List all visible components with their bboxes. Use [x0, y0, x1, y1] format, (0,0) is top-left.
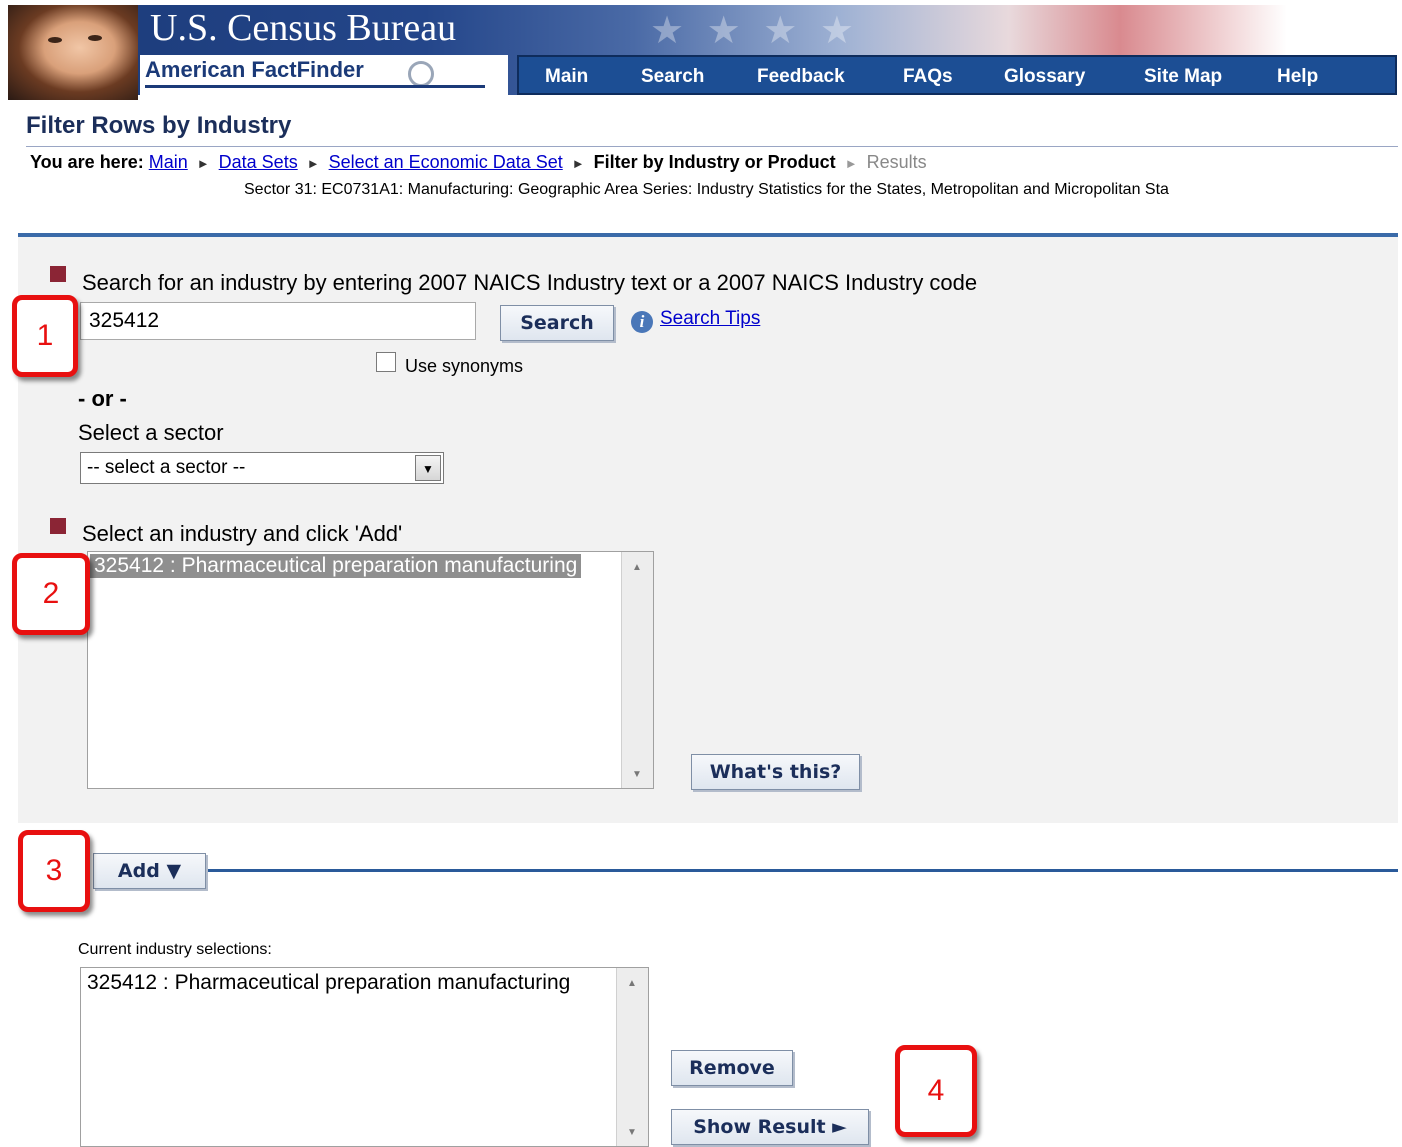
- nav-glossary[interactable]: Glossary: [1004, 66, 1085, 88]
- breadcrumb-link-main[interactable]: Main: [149, 152, 188, 172]
- use-synonyms-checkbox[interactable]: [376, 352, 396, 372]
- header-photo: [8, 5, 138, 100]
- section-bullet-icon: [50, 518, 66, 534]
- breadcrumb: You are here: Main ► Data Sets ► Select …: [30, 152, 927, 173]
- title-divider: [26, 146, 1398, 147]
- site-header: ★ ★ ★ ★ U.S. Census Bureau American Fact…: [0, 0, 1402, 100]
- listbox-scrollbar[interactable]: ▲ ▼: [616, 968, 648, 1146]
- breadcrumb-prefix: You are here:: [30, 152, 144, 172]
- search-prompt: Search for an industry by entering 2007 …: [82, 270, 978, 295]
- nav-site-map[interactable]: Site Map: [1144, 66, 1222, 88]
- search-button[interactable]: Search: [500, 305, 614, 341]
- sector-label: Select a sector: [78, 420, 224, 445]
- nav-help[interactable]: Help: [1277, 66, 1318, 88]
- magnifier-icon: [408, 61, 434, 87]
- industry-option[interactable]: 325412 : Pharmaceutical preparation manu…: [90, 554, 582, 578]
- show-result-button[interactable]: Show Result ►: [671, 1109, 869, 1145]
- chevron-down-icon[interactable]: ▼: [415, 455, 441, 481]
- or-text: - or -: [78, 386, 127, 411]
- scroll-up-icon[interactable]: ▲: [632, 562, 642, 573]
- whats-this-button[interactable]: What's this?: [691, 754, 860, 790]
- census-bureau-title[interactable]: U.S. Census Bureau: [150, 6, 456, 50]
- dataset-description: Sector 31: EC0731A1: Manufacturing: Geog…: [244, 181, 1169, 198]
- step-callout-1: 1: [12, 295, 78, 377]
- breadcrumb-current: Filter by Industry or Product: [593, 152, 836, 172]
- scroll-up-icon[interactable]: ▲: [627, 978, 637, 989]
- nav-faqs[interactable]: FAQs: [903, 66, 953, 88]
- add-button[interactable]: Add ▼: [93, 853, 206, 889]
- scroll-down-icon[interactable]: ▼: [627, 1127, 637, 1138]
- step-callout-2: 2: [12, 553, 90, 635]
- current-selection-item[interactable]: 325412 : Pharmaceutical preparation manu…: [83, 971, 574, 995]
- step-callout-3: 3: [18, 830, 90, 912]
- nav-feedback[interactable]: Feedback: [757, 66, 845, 88]
- sector-dropdown[interactable]: -- select a sector -- ▼: [80, 452, 444, 484]
- search-tips-link[interactable]: Search Tips: [660, 308, 760, 330]
- breadcrumb-arrow-icon: ►: [306, 156, 320, 171]
- factfinder-logo-text: American FactFinder: [145, 57, 364, 82]
- industry-listbox[interactable]: 325412 : Pharmaceutical preparation manu…: [87, 551, 654, 789]
- remove-button[interactable]: Remove: [671, 1050, 793, 1086]
- section-bullet-icon: [50, 266, 66, 282]
- breadcrumb-arrow-icon: ►: [571, 156, 585, 171]
- use-synonyms-label: Use synonyms: [405, 356, 524, 376]
- step-callout-4: 4: [895, 1045, 977, 1137]
- banner-stars: ★ ★ ★ ★: [650, 10, 860, 52]
- page-title: Filter Rows by Industry: [26, 112, 292, 139]
- listbox-scrollbar[interactable]: ▲ ▼: [621, 552, 653, 788]
- breadcrumb-link-select-dataset[interactable]: Select an Economic Data Set: [329, 152, 563, 172]
- add-divider: [208, 869, 1398, 872]
- scroll-down-icon[interactable]: ▼: [632, 769, 642, 780]
- logo-underline: [145, 85, 485, 88]
- nav-search[interactable]: Search: [641, 66, 704, 88]
- sector-dropdown-value: -- select a sector --: [87, 457, 246, 478]
- industry-search-input[interactable]: [80, 302, 476, 340]
- nav-main[interactable]: Main: [545, 66, 588, 88]
- breadcrumb-arrow-icon: ►: [844, 156, 858, 171]
- or-separator: - or -: [78, 386, 127, 412]
- breadcrumb-arrow-icon: ►: [196, 156, 210, 171]
- current-selections-listbox[interactable]: 325412 : Pharmaceutical preparation manu…: [80, 967, 649, 1147]
- current-selections-label: Current industry selections:: [78, 941, 272, 958]
- industry-select-prompt: Select an industry and click 'Add': [82, 521, 403, 546]
- main-nav: Main Search Feedback FAQs Glossary Site …: [517, 55, 1397, 95]
- breadcrumb-next: Results: [866, 152, 927, 172]
- info-icon: i: [631, 311, 653, 333]
- factfinder-logo[interactable]: American FactFinder: [140, 55, 508, 95]
- breadcrumb-link-data-sets[interactable]: Data Sets: [219, 152, 298, 172]
